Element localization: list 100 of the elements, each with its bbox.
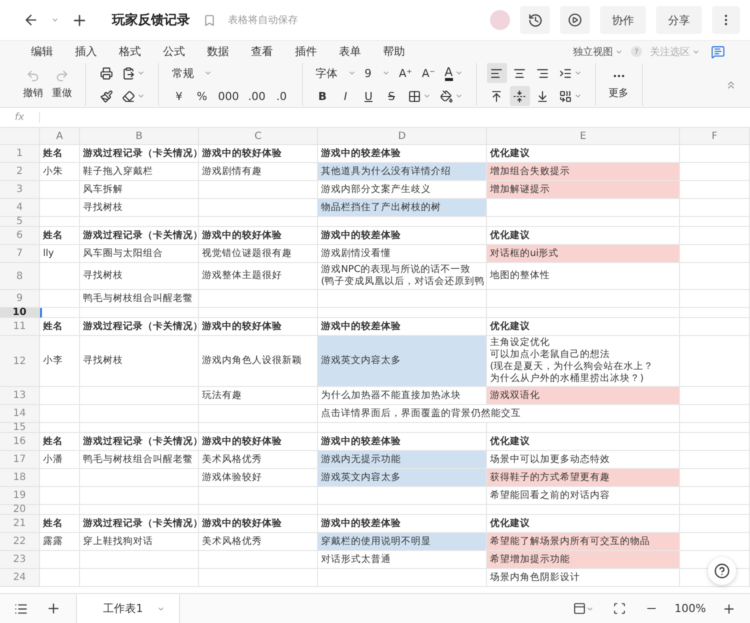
- dropdown[interactable]: 常规: [169, 63, 215, 83]
- empty-cell: [680, 199, 750, 217]
- cell-text: 姓名: [43, 436, 64, 448]
- format-button[interactable]: ¥: [169, 86, 189, 106]
- menu-item[interactable]: 帮助: [374, 44, 414, 59]
- indent-icon: [558, 66, 572, 80]
- header-button[interactable]: 分享: [656, 6, 702, 34]
- cell-text: 游戏中的较好体验: [202, 230, 283, 242]
- cell-text: 点击详情界面后，界面覆盖的背景仍然能交互: [321, 408, 522, 420]
- list-icon: [14, 602, 28, 616]
- strikethrough-button[interactable]: S: [382, 86, 402, 106]
- cell-text: 游戏英文内容太多: [321, 472, 402, 484]
- paintbrush-icon: [100, 90, 112, 102]
- help-button[interactable]: [708, 557, 736, 585]
- row-number[interactable]: 10: [0, 308, 40, 318]
- cell-text: 增加组合失败提示: [490, 166, 571, 178]
- format-button[interactable]: 000: [215, 86, 242, 106]
- dropdown[interactable]: 字体: [312, 63, 358, 83]
- format-button[interactable]: A⁻: [418, 63, 438, 83]
- cell-text: 游戏内无提示功能: [321, 454, 402, 466]
- dropdown[interactable]: 9: [362, 63, 392, 83]
- cell-text: 游戏过程记录（卡关情况）: [83, 518, 195, 530]
- cell-text: 风车拆解: [83, 184, 124, 196]
- empty-cell: [680, 290, 750, 308]
- cell-text: 获得鞋子的方式希望更有趣: [490, 472, 611, 484]
- history-button[interactable]: [520, 6, 550, 34]
- menu-item[interactable]: 查看: [242, 44, 282, 59]
- cell-text: (现在是夏天，为什么狗会站在水上？: [490, 361, 655, 373]
- cell-text: 游戏中的较好体验: [202, 320, 283, 332]
- cell-text: 为什么从户外的水桶里捞出冰块？): [490, 373, 645, 385]
- play-button[interactable]: [560, 6, 590, 34]
- history-icon: [528, 12, 542, 28]
- cell-text: 游戏整体主题很好: [202, 270, 283, 282]
- caret-icon: [382, 69, 390, 77]
- cell-text: 物品栏挡住了产出树枝的树: [321, 202, 442, 214]
- format-button[interactable]: .0: [272, 86, 292, 106]
- cell-text: 游戏中的较差体验: [321, 518, 402, 530]
- menu-item[interactable]: 格式: [110, 44, 150, 59]
- cell-text: 游戏中的较差体验: [321, 148, 402, 160]
- column-header[interactable]: D: [318, 128, 487, 145]
- cell-text: 希望能回看之前的对话内容: [490, 490, 611, 502]
- cell-text: 美术风格优秀: [202, 454, 263, 466]
- cell-text: 鞋子拖入穿戴栏: [83, 166, 154, 178]
- cell-text: 游戏双语化: [490, 390, 541, 402]
- column-header[interactable]: F: [680, 128, 750, 145]
- save-status: 表格将自动保存: [228, 14, 298, 27]
- menu-item[interactable]: 插入: [66, 44, 106, 59]
- cell-text: 优化建议: [490, 320, 531, 332]
- bold-button[interactable]: B: [312, 86, 332, 106]
- menu-item[interactable]: 编辑: [22, 44, 62, 59]
- cell-text: 姓名: [43, 148, 64, 160]
- cell-text: 露露: [43, 536, 64, 548]
- redo-icon: [55, 69, 69, 83]
- format-button[interactable]: A⁺: [396, 63, 416, 83]
- zoom-level: 100%: [674, 602, 706, 615]
- view-dropdown[interactable]: 独立视图: [569, 44, 627, 58]
- format-button[interactable]: %: [192, 86, 212, 106]
- column-header[interactable]: C: [199, 128, 318, 145]
- cell-text: 游戏过程记录（卡关情况）: [83, 230, 195, 242]
- caret-icon: [422, 92, 430, 100]
- cell-text: 寻找树枝: [83, 202, 124, 214]
- menu-item[interactable]: 表单: [330, 44, 370, 59]
- cell-text: 希望增加提示功能: [490, 554, 571, 566]
- cell-text: 游戏体验较好: [202, 472, 263, 484]
- cell-text: 小李: [43, 355, 64, 367]
- align-middle-icon: [513, 90, 526, 102]
- empty-cell: [680, 217, 750, 227]
- underline-button[interactable]: U: [358, 86, 378, 106]
- menu-item[interactable]: 公式: [154, 44, 194, 59]
- cell-text: 优化建议: [490, 230, 531, 242]
- column-header[interactable]: E: [487, 128, 680, 145]
- borders-icon: [408, 90, 420, 102]
- more-button[interactable]: 更多: [606, 69, 632, 100]
- cell-text: 鸭毛与树枝组合叫醒老鳖: [83, 454, 194, 466]
- cell-text: 穿上鞋找狗对话: [83, 536, 154, 548]
- align-middle-button[interactable]: [510, 86, 530, 106]
- paint-bucket-icon: [440, 90, 452, 102]
- italic-button[interactable]: I: [336, 86, 356, 106]
- menu-item[interactable]: 数据: [198, 44, 238, 59]
- align-left-icon: [490, 66, 504, 80]
- cell-text: (鸭子变成凤凰以后，对话会还原到鸭: [321, 276, 483, 288]
- cell-text: 优化建议: [490, 518, 531, 530]
- column-header[interactable]: A: [40, 128, 80, 145]
- caret-icon: [574, 69, 582, 77]
- header-button[interactable]: 协作: [600, 6, 646, 34]
- menu-item[interactable]: 插件: [286, 44, 326, 59]
- empty-cell: [680, 308, 750, 318]
- caret-icon: [137, 92, 145, 100]
- cell-text: 游戏过程记录（卡关情况）: [83, 148, 195, 160]
- sheet-tab[interactable]: 工作表1: [76, 594, 180, 623]
- bookmark-icon: [202, 14, 216, 26]
- cell-text: 游戏中的较差体验: [321, 436, 402, 448]
- caret-icon: [51, 16, 59, 24]
- cell-text: 场景内角色阴影设计: [490, 572, 581, 584]
- format-button[interactable]: .00: [245, 86, 268, 106]
- font-color-button[interactable]: A: [442, 63, 466, 83]
- column-header[interactable]: B: [80, 128, 199, 145]
- cell-text: 其他道具为什么没有详情介绍: [321, 166, 452, 178]
- cell-text: 增加解谜提示: [490, 184, 551, 196]
- align-left-button[interactable]: [486, 63, 507, 83]
